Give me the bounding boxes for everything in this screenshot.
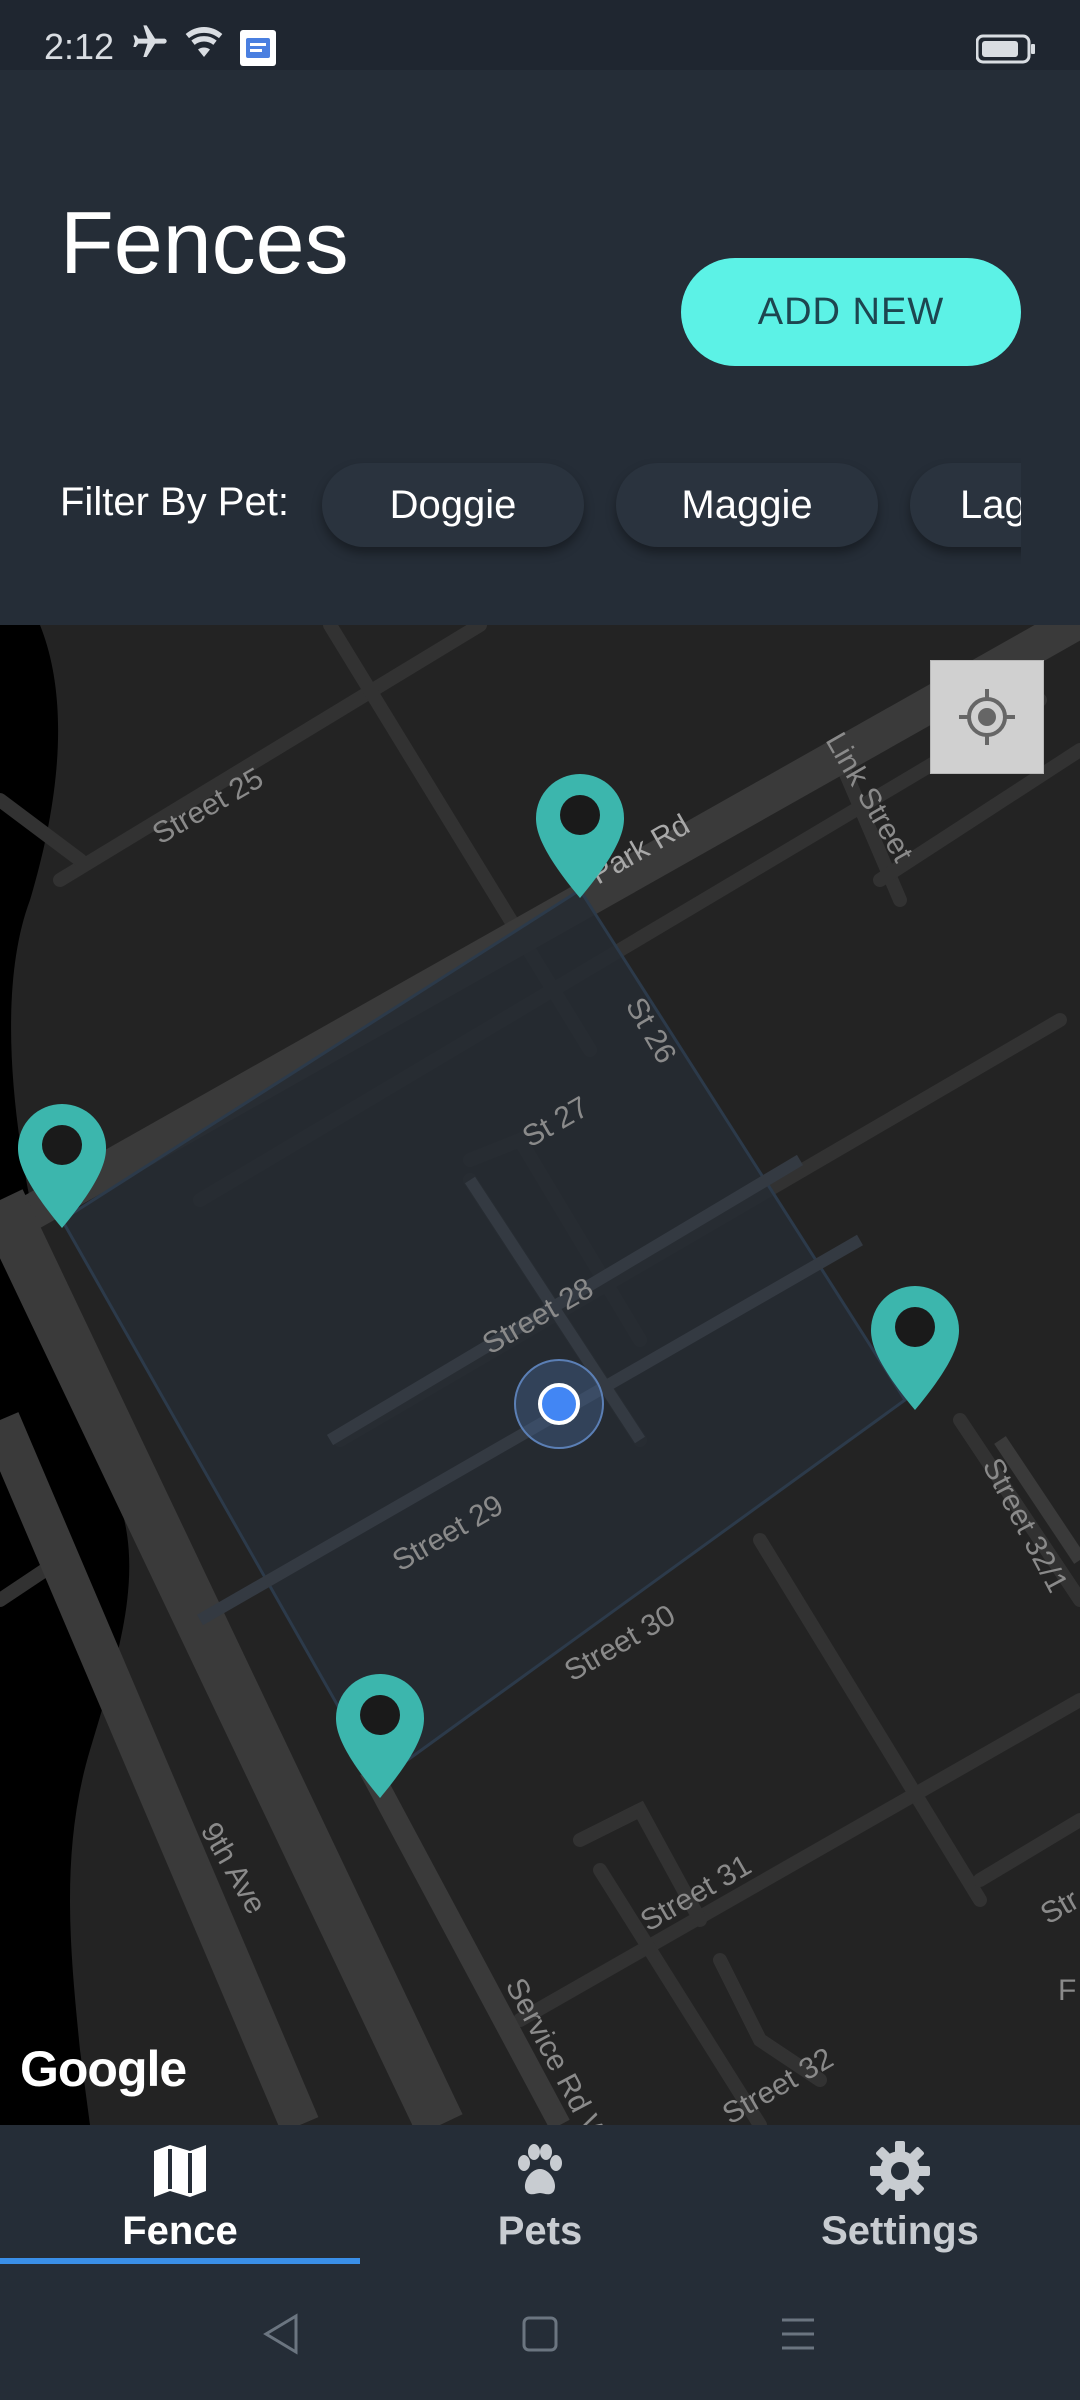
app-notification-icon	[240, 30, 276, 71]
gear-icon	[870, 2141, 930, 2201]
status-bar: 2:12	[0, 0, 1080, 70]
street-label: F	[1058, 1974, 1076, 2007]
pet-filter-chip[interactable]: Lag	[910, 463, 1021, 547]
page-title: Fences	[60, 193, 349, 292]
paw-icon	[518, 2144, 562, 2195]
nav-label: Pets	[497, 2209, 583, 2253]
back-icon[interactable]	[258, 2310, 302, 2358]
nav-item-pets[interactable]: Pets	[360, 2125, 720, 2270]
map-view[interactable]: Street 25 Park Rd Link Street St 26 St 2…	[0, 625, 1080, 2125]
street-label: Street 25	[147, 762, 269, 851]
filter-label: Filter By Pet:	[60, 480, 289, 524]
google-attribution: Google	[20, 2041, 187, 2097]
pet-filter-chip[interactable]: Doggie	[322, 463, 584, 547]
status-time: 2:12	[44, 26, 115, 67]
nav-label: Fence	[122, 2209, 238, 2253]
airplane-mode-icon	[128, 22, 172, 67]
map-canvas[interactable]: Street 25 Park Rd Link Street St 26 St 2…	[0, 625, 1080, 2125]
nav-item-settings[interactable]: Settings	[720, 2125, 1080, 2270]
active-tab-indicator	[0, 2258, 360, 2264]
recents-icon[interactable]	[778, 2310, 818, 2358]
map-icon	[154, 2145, 206, 2197]
map-pin-icon[interactable]	[336, 1674, 424, 1798]
wifi-icon	[182, 22, 226, 67]
nav-item-fence[interactable]: Fence	[0, 2125, 360, 2270]
home-icon[interactable]	[520, 2310, 560, 2358]
system-nav-bar	[0, 2270, 1080, 2400]
pet-filter-list[interactable]: Doggie Maggie Lag	[310, 455, 1021, 565]
street-label: Str	[1035, 1883, 1080, 1931]
blue-dot-icon	[514, 1359, 604, 1449]
pet-filter-chip[interactable]: Maggie	[616, 463, 878, 547]
my-location-icon	[959, 689, 1015, 745]
bottom-nav: Fence Pets Settings	[0, 2125, 1080, 2270]
battery-icon	[975, 34, 1036, 69]
add-new-button[interactable]: ADD NEW	[681, 258, 1021, 366]
my-location-button[interactable]	[930, 660, 1044, 774]
nav-label: Settings	[821, 2209, 979, 2253]
